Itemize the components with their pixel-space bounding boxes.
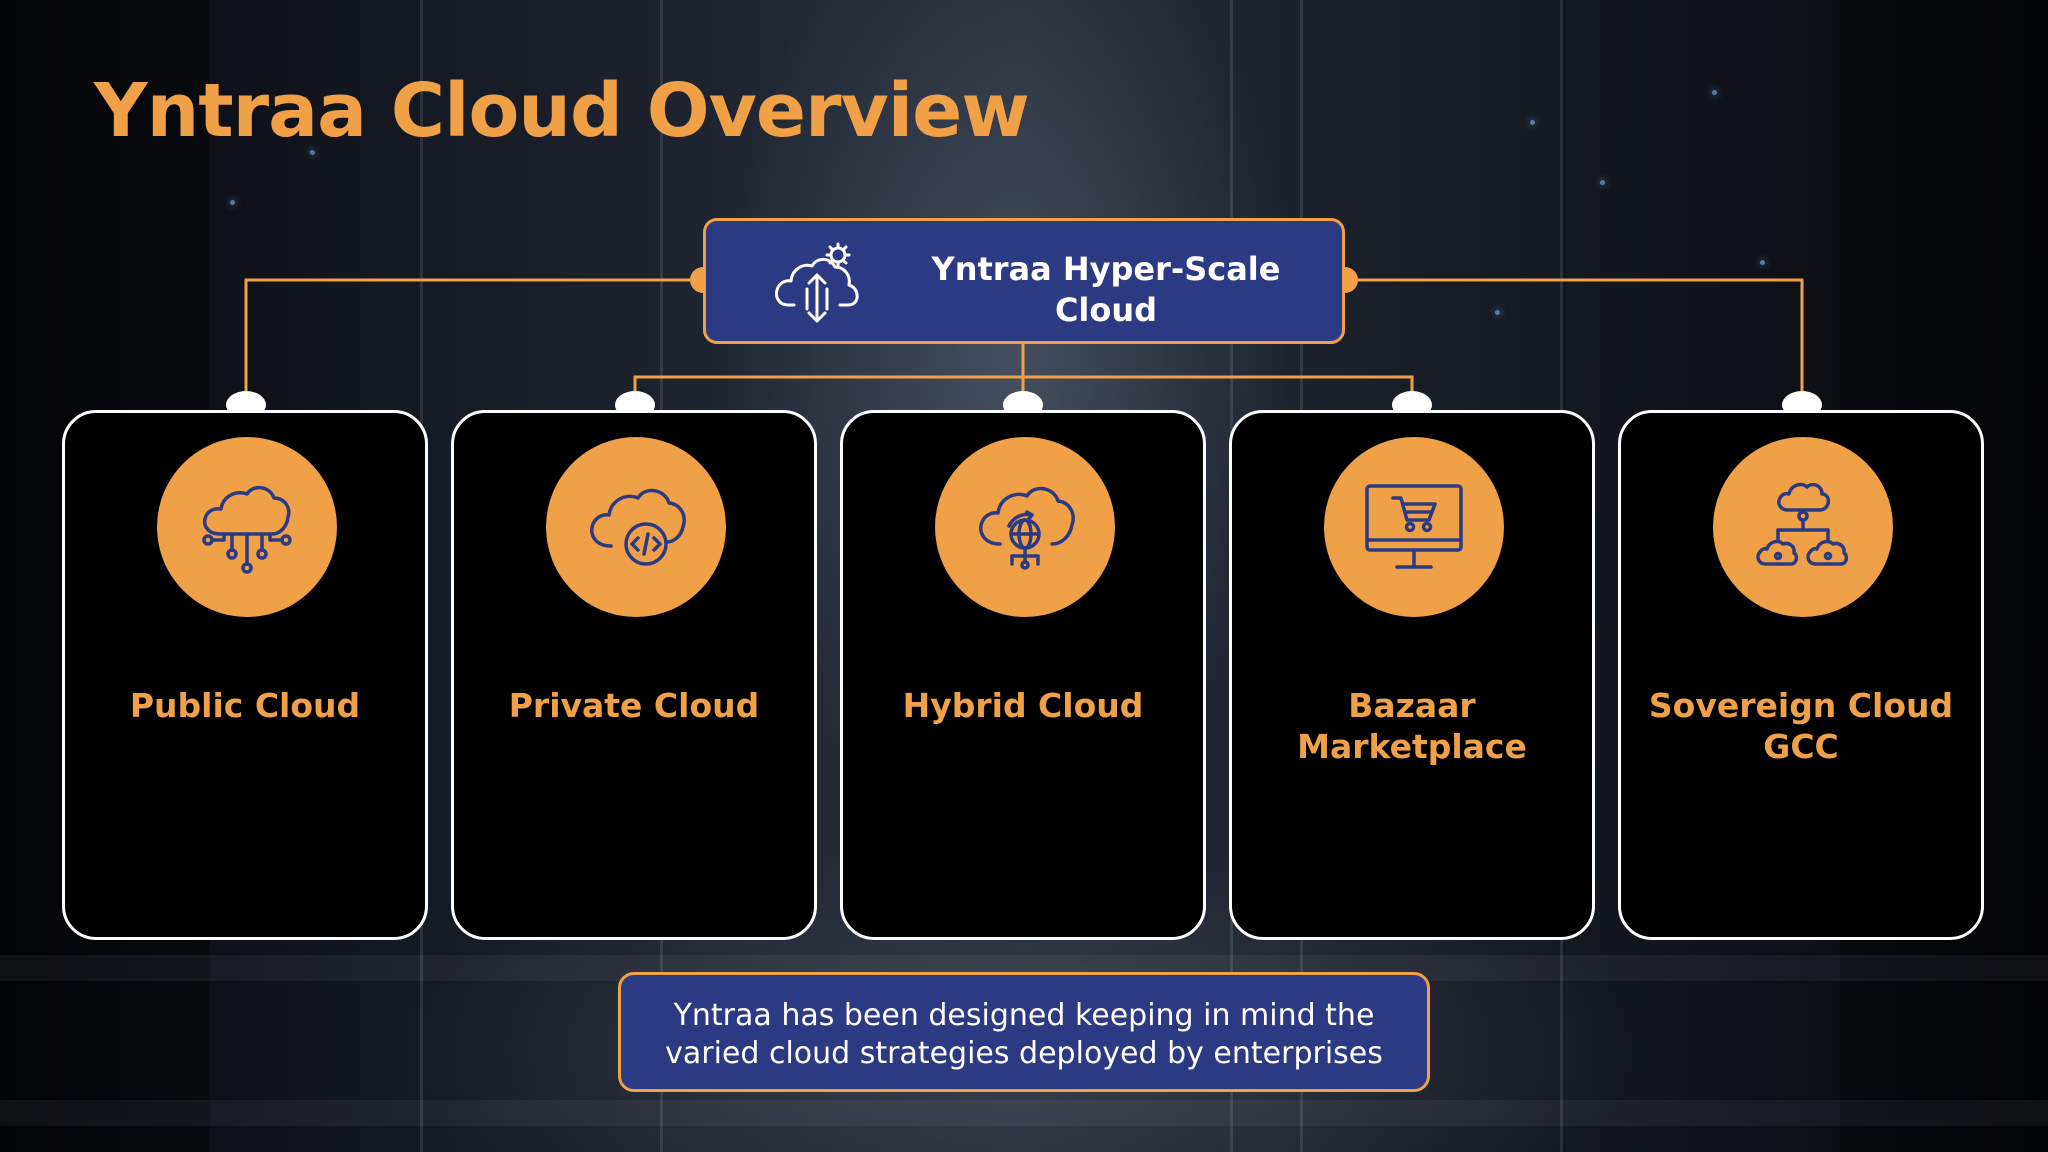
hub-label: Yntraa Hyper-Scale Cloud (931, 250, 1281, 329)
connector-right (1345, 278, 1804, 400)
card-label: Public Cloud (129, 686, 361, 725)
card-label: Hybrid Cloud (902, 686, 1144, 725)
summary-note-text: Yntraa has been designed keeping in mind… (665, 998, 1383, 1071)
cloud-code-icon (590, 488, 686, 566)
shopping-cart-monitor-icon (1365, 484, 1463, 569)
icon-circle (935, 437, 1115, 617)
card-hybrid-cloud[interactable]: Hybrid Cloud (840, 410, 1206, 940)
icon-circle (1713, 437, 1893, 617)
card-sovereign-cloud-gcc[interactable]: Sovereign Cloud GCC (1618, 410, 1984, 940)
card-public-cloud[interactable]: Public Cloud (62, 410, 428, 940)
card-label: Sovereign Cloud GCC (1648, 686, 1954, 766)
card-bazaar-marketplace[interactable]: Bazaar Marketplace (1229, 410, 1595, 940)
hub-box: Yntraa Hyper-Scale Cloud (703, 218, 1345, 344)
icon-circle (546, 437, 726, 617)
card-label: Private Cloud (508, 686, 760, 725)
cloud-network-icon (202, 485, 292, 574)
summary-note: Yntraa has been designed keeping in mind… (618, 972, 1430, 1092)
card-label: Bazaar Marketplace (1297, 686, 1527, 766)
slide: Yntraa Cloud Overview Yntraa Hyper-Scale… (0, 0, 2048, 1152)
icon-circle (157, 437, 337, 617)
cloud-globe-icon (979, 486, 1075, 570)
card-private-cloud[interactable]: Private Cloud (451, 410, 817, 940)
icon-circle (1324, 437, 1504, 617)
cloud-upload-download-gear-icon (772, 239, 862, 329)
cloud-hierarchy-icon (1756, 482, 1849, 566)
